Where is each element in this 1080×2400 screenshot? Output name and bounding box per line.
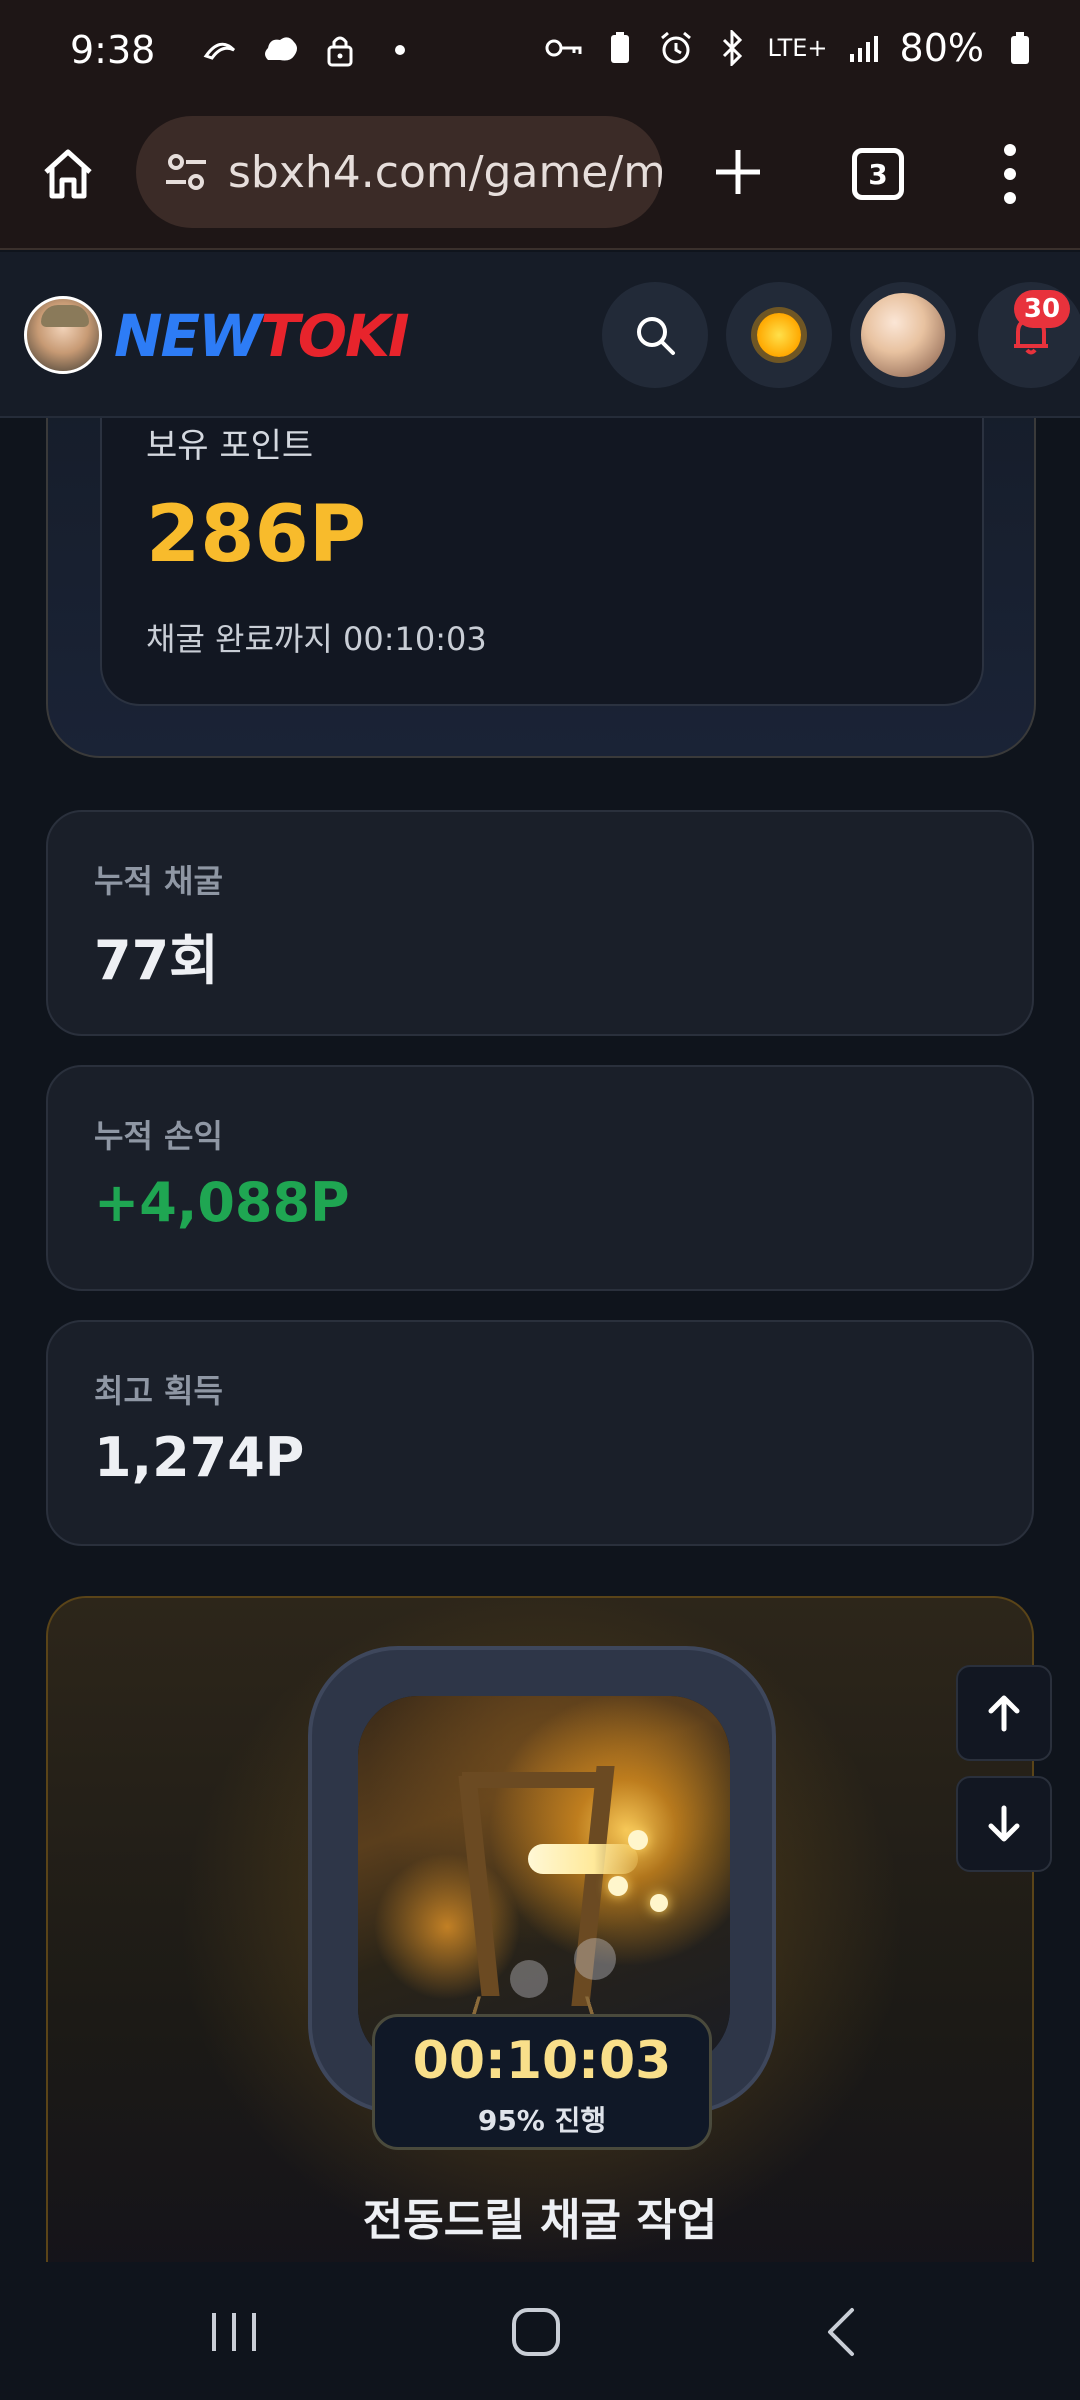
stat-card-total-profit: 누적 손익 +4,088P xyxy=(46,1065,1034,1291)
stat-card-total-mining: 누적 채굴 77회 xyxy=(46,810,1034,1036)
mining-panel: 00:10:03 95% 진행 전동드릴 채굴 작업 xyxy=(46,1596,1034,2296)
points-value: 286P xyxy=(146,490,366,580)
stat-label: 누적 손익 xyxy=(94,1117,223,1155)
logo-text-toki: TOKI xyxy=(260,302,409,370)
alarm-icon xyxy=(656,28,696,68)
mining-job-title: 전동드릴 채굴 작업 xyxy=(362,2195,718,2246)
points-timer: 채굴 완료까지 00:10:03 xyxy=(146,620,487,658)
url-text: sbxh4.com/game/mining xyxy=(228,146,662,198)
logo-text-new: NEW xyxy=(114,302,262,370)
site-header: NEWTOKI 30 xyxy=(0,252,1080,418)
lock-icon xyxy=(320,30,360,70)
avatar xyxy=(861,293,945,377)
drill-beam xyxy=(528,1844,638,1874)
spark xyxy=(650,1894,668,1912)
status-time: 9:38 xyxy=(70,28,156,72)
arrow-up-icon xyxy=(988,1695,1020,1732)
tune-icon[interactable] xyxy=(156,142,216,202)
mining-countdown: 00:10:03 xyxy=(412,2031,672,2091)
mining-progress: 95% 진행 xyxy=(477,2104,607,2137)
address-bar[interactable]: sbxh4.com/game/mining xyxy=(136,116,662,228)
notification-badge: 30 xyxy=(1014,290,1070,328)
stat-label: 누적 채굴 xyxy=(94,862,223,900)
search-button[interactable] xyxy=(602,282,708,388)
points-card: 보유 포인트 286P 채굴 완료까지 00:10:03 xyxy=(100,380,984,706)
battery-saver-icon xyxy=(600,28,640,68)
stat-card-best-gain: 최고 획득 1,274P xyxy=(46,1320,1034,1546)
scroll-up-button[interactable] xyxy=(956,1665,1052,1761)
battery-icon xyxy=(1000,28,1040,68)
spark xyxy=(628,1830,648,1850)
home-button[interactable] xyxy=(36,142,100,206)
mine-illustration xyxy=(358,1696,730,2068)
recent-apps-icon xyxy=(212,2313,256,2351)
site-logo[interactable]: NEWTOKI xyxy=(114,302,410,370)
home-nav-button[interactable] xyxy=(486,2292,586,2372)
spark xyxy=(608,1876,628,1896)
scroll-down-button[interactable] xyxy=(956,1776,1052,1872)
page: 9:38 LTE+ 80% sbxh4.com/game/m 3 NEWTOKI… xyxy=(0,0,1080,2400)
back-button[interactable] xyxy=(790,2292,890,2372)
android-nav-bar xyxy=(0,2262,1080,2400)
tab-switcher-button[interactable]: 3 xyxy=(852,148,904,200)
browser-toolbar: sbxh4.com/game/mining 3 xyxy=(0,108,1080,250)
user-avatar-button[interactable] xyxy=(850,282,956,388)
stat-value: 77회 xyxy=(94,929,219,992)
network-type: LTE+ xyxy=(767,34,828,62)
notifications-button[interactable]: 30 xyxy=(978,282,1080,388)
stat-value: +4,088P xyxy=(94,1171,350,1234)
search-icon xyxy=(637,317,675,355)
vpn-key-icon xyxy=(544,28,584,68)
logo-avatar[interactable] xyxy=(24,296,102,374)
swirl-app-icon xyxy=(200,30,240,70)
recent-apps-button[interactable] xyxy=(184,2292,284,2372)
points-panel: 보유 포인트 286P 채굴 완료까지 00:10:03 xyxy=(46,380,1036,758)
stat-label: 최고 획득 xyxy=(94,1372,223,1410)
back-icon xyxy=(828,2308,854,2356)
bluetooth-icon xyxy=(712,28,752,68)
battery-percent: 80% xyxy=(899,26,984,70)
plus-icon xyxy=(716,150,760,194)
system-indicators: LTE+ 80% xyxy=(544,26,1040,70)
notification-icons xyxy=(200,30,420,70)
status-bar: 9:38 LTE+ 80% xyxy=(0,0,1080,108)
signal-icon xyxy=(844,28,884,68)
theme-toggle-button[interactable] xyxy=(726,282,832,388)
cloud-app-icon xyxy=(260,30,300,70)
home-icon xyxy=(44,149,92,199)
points-label: 보유 포인트 xyxy=(146,426,314,466)
new-tab-button[interactable] xyxy=(706,140,770,204)
more-dot-icon xyxy=(380,30,420,70)
more-vertical-icon[interactable] xyxy=(990,138,1030,210)
mining-timer-box: 00:10:03 95% 진행 xyxy=(372,2014,712,2150)
stat-value: 1,274P xyxy=(94,1426,305,1489)
home-circle-icon xyxy=(512,2308,560,2356)
arrow-down-icon xyxy=(988,1805,1020,1842)
sun-icon xyxy=(757,313,801,357)
